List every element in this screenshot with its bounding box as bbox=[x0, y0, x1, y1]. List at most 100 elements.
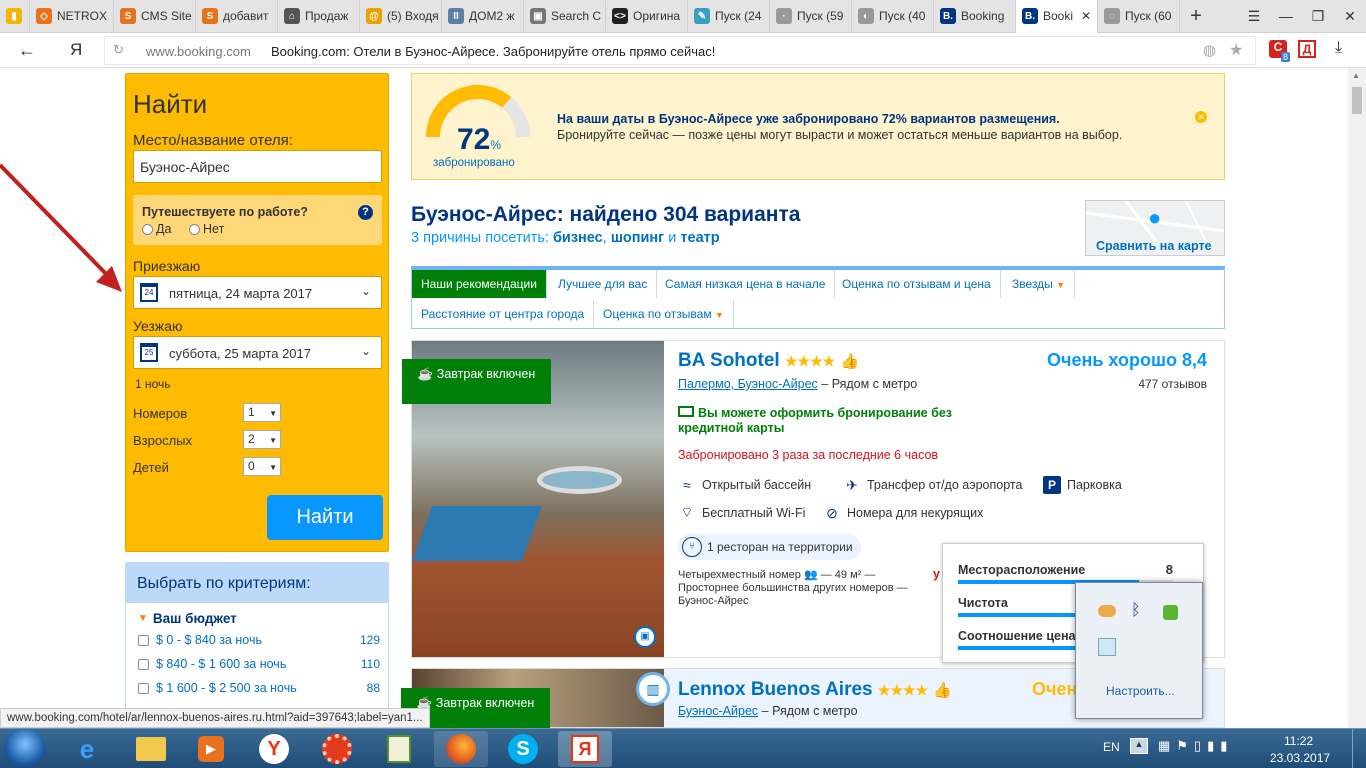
show-desktop-button[interactable] bbox=[1352, 729, 1366, 768]
scroll-up-arrow[interactable]: ▲ bbox=[1352, 71, 1360, 80]
checkbox[interactable] bbox=[138, 658, 149, 670]
reason-theatre-link[interactable]: театр bbox=[680, 230, 719, 246]
budget-filter-option[interactable]: $ 1 600 - $ 2 500 за ночь 88 bbox=[138, 681, 380, 695]
taskbar-ie-icon[interactable]: e bbox=[60, 731, 114, 767]
taskbar-notes-icon[interactable] bbox=[372, 731, 426, 767]
reason-shopping-link[interactable]: шопинг bbox=[611, 230, 664, 246]
browser-tab[interactable]: B. Booki ✕ bbox=[1016, 0, 1098, 33]
bluetooth-icon[interactable]: ᛒ bbox=[1131, 602, 1141, 620]
taskbar-explorer-icon[interactable] bbox=[124, 731, 178, 767]
tray-icon-1[interactable] bbox=[1098, 605, 1116, 617]
minimize-button[interactable]: — bbox=[1270, 0, 1302, 33]
browser-tab[interactable]: Sдобавит bbox=[196, 0, 278, 33]
close-banner-icon[interactable]: ✕ bbox=[1195, 111, 1207, 123]
children-select[interactable]: 0 bbox=[243, 457, 281, 476]
hotel-location-2-link[interactable]: Буэнос-Айрес bbox=[678, 704, 758, 718]
review-score[interactable]: Очень хорошо 8,4 bbox=[1032, 350, 1207, 371]
browser-tab[interactable]: ▣ Search C bbox=[524, 0, 606, 33]
percent-sign: % bbox=[490, 138, 502, 152]
hotel-location-suffix: – Рядом с метро bbox=[817, 377, 918, 391]
tray-icon-4[interactable] bbox=[1098, 638, 1116, 656]
close-tab-icon[interactable]: ✕ bbox=[1081, 9, 1091, 23]
checkout-date-select[interactable]: 25 суббота, 25 марта 2017 ⌄ bbox=[133, 336, 382, 369]
map-compare-button[interactable]: ● Сравнить на карте bbox=[1085, 200, 1225, 256]
restore-button[interactable]: ❐ bbox=[1302, 0, 1334, 33]
url-field[interactable]: ↻ www.booking.com Booking.com: Отели в Б… bbox=[104, 36, 1256, 65]
calendar-icon: 25 bbox=[140, 343, 158, 362]
keyboard-language[interactable]: EN bbox=[1103, 740, 1120, 754]
review-count[interactable]: 477 отзывов bbox=[1092, 377, 1207, 391]
tab-label: ДОМ2 ж bbox=[469, 9, 515, 23]
budget-filter-option[interactable]: $ 0 - $ 840 за ночь 129 bbox=[138, 633, 380, 647]
browser-tab[interactable]: ⌂ Продаж bbox=[278, 0, 360, 33]
clock-date[interactable]: 23.03.2017 bbox=[1270, 751, 1330, 765]
clock-time[interactable]: 11:22 bbox=[1284, 734, 1313, 748]
tray-expand-icon[interactable]: ▲ bbox=[1130, 738, 1148, 754]
browser-tab[interactable]: ▮ bbox=[0, 0, 30, 33]
rooms-select[interactable]: 1 bbox=[243, 403, 281, 422]
tray-icons[interactable]: ▦⚑▯▮▮ bbox=[1158, 738, 1233, 754]
wifi-icon: ⌔ bbox=[680, 504, 694, 520]
hotel-location-link[interactable]: Палермо, Буэнос-Айрес bbox=[678, 377, 818, 391]
budget-filter-option[interactable]: $ 840 - $ 1 600 за ночь 110 bbox=[138, 657, 380, 671]
browser-tab[interactable]: S CMS Site bbox=[114, 0, 196, 33]
start-button[interactable] bbox=[4, 729, 46, 767]
tray-icon-3[interactable] bbox=[1163, 605, 1178, 620]
browser-tab[interactable]: B. Booking bbox=[934, 0, 1016, 33]
menu-icon[interactable]: ☰ bbox=[1238, 0, 1270, 33]
work-no-radio[interactable]: Нет bbox=[189, 222, 224, 236]
globe-icon[interactable]: ◍ bbox=[1203, 41, 1216, 59]
extension-icon-2[interactable]: Д bbox=[1298, 40, 1316, 58]
checkbox[interactable] bbox=[138, 634, 149, 646]
tab-favicon-icon: ◐ bbox=[858, 8, 874, 24]
checkin-date-select[interactable]: 24 пятница, 24 марта 2017 ⌄ bbox=[133, 276, 382, 309]
browser-tab[interactable]: ◌ Пуск (60 bbox=[1098, 0, 1180, 33]
checkin-value: пятница, 24 марта 2017 bbox=[169, 286, 313, 301]
work-yes-radio[interactable]: Да bbox=[142, 222, 171, 236]
hotel-name[interactable]: BA Sohotel ★★★★ 👍 bbox=[678, 350, 859, 372]
browser-tab[interactable]: ◇ NETROX bbox=[30, 0, 114, 33]
sort-tab[interactable]: Оценка по отзывам и цена bbox=[833, 270, 1001, 298]
download-icon[interactable]: ⤓ bbox=[1335, 39, 1342, 57]
browser-tab[interactable]: ✎ Пуск (24 bbox=[688, 0, 770, 33]
sort-tab[interactable]: Расстояние от центра города bbox=[412, 300, 595, 328]
browser-tab[interactable]: · Пуск (59 bbox=[770, 0, 852, 33]
back-button[interactable]: ← bbox=[18, 40, 36, 61]
browser-tab[interactable]: <> Оригина bbox=[606, 0, 688, 33]
budget-filter-label: $ 0 - $ 840 за ночь bbox=[156, 633, 262, 647]
sort-tab[interactable]: Самая низкая цена в начале bbox=[656, 270, 836, 298]
browser-tab[interactable]: II ДОМ2 ж bbox=[442, 0, 524, 33]
browser-tab[interactable]: ◐ Пуск (40 bbox=[852, 0, 934, 33]
sort-tab[interactable]: Лучшее для вас bbox=[549, 270, 658, 298]
taskbar-firefox-icon[interactable] bbox=[434, 731, 488, 767]
scroll-thumb[interactable] bbox=[1352, 87, 1362, 114]
sort-tab[interactable]: Звезды ▼ bbox=[1003, 270, 1076, 298]
close-window-button[interactable]: ✕ bbox=[1334, 0, 1366, 33]
search-button[interactable]: Найти bbox=[267, 495, 383, 540]
reload-icon[interactable]: ↻ bbox=[113, 42, 124, 58]
tray-customize-link[interactable]: Настроить... bbox=[1106, 684, 1175, 698]
hotel-name-2[interactable]: Lennox Buenos Aires ★★★★ 👍 bbox=[678, 679, 952, 701]
browser-tab[interactable]: @ (5) Входя bbox=[360, 0, 442, 33]
sort-tab[interactable]: Наши рекомендации bbox=[412, 270, 547, 298]
taskbar-yandex-browser-icon[interactable]: Я bbox=[558, 731, 612, 767]
new-tab-button[interactable]: + bbox=[1180, 0, 1212, 33]
results-heading: Буэнос-Айрес: найдено 304 варианта bbox=[411, 203, 801, 226]
checkbox[interactable] bbox=[138, 682, 149, 694]
adults-select[interactable]: 2 bbox=[243, 430, 281, 449]
taskbar-yandex-icon[interactable]: Y bbox=[247, 731, 301, 767]
taskbar-skype-icon[interactable]: S bbox=[496, 731, 550, 767]
taskbar-media-icon[interactable]: ▶ bbox=[184, 731, 238, 767]
place-input[interactable]: Буэнос-Айрес bbox=[133, 150, 382, 183]
help-icon[interactable]: ? bbox=[358, 205, 373, 220]
review-score-2[interactable]: Очен bbox=[1032, 679, 1077, 700]
budget-title: ▼ Ваш бюджет bbox=[138, 611, 237, 626]
tab-strip: ▮ ◇ NETROX S CMS Site Sдобавит ⌂ Продаж @ (5) Вхо… bbox=[0, 0, 1366, 33]
reason-business-link[interactable]: бизнес bbox=[553, 230, 603, 246]
sort-tab[interactable]: Оценка по отзывам ▼ bbox=[594, 300, 734, 328]
yandex-logo[interactable]: Я bbox=[70, 40, 82, 60]
page-scrollbar[interactable]: ▲ bbox=[1348, 68, 1366, 728]
star-bookmark-icon[interactable]: ★ bbox=[1229, 40, 1243, 60]
taskbar-reel-icon[interactable] bbox=[310, 731, 364, 767]
sort-tab-label: Расстояние от центра города bbox=[421, 307, 585, 321]
